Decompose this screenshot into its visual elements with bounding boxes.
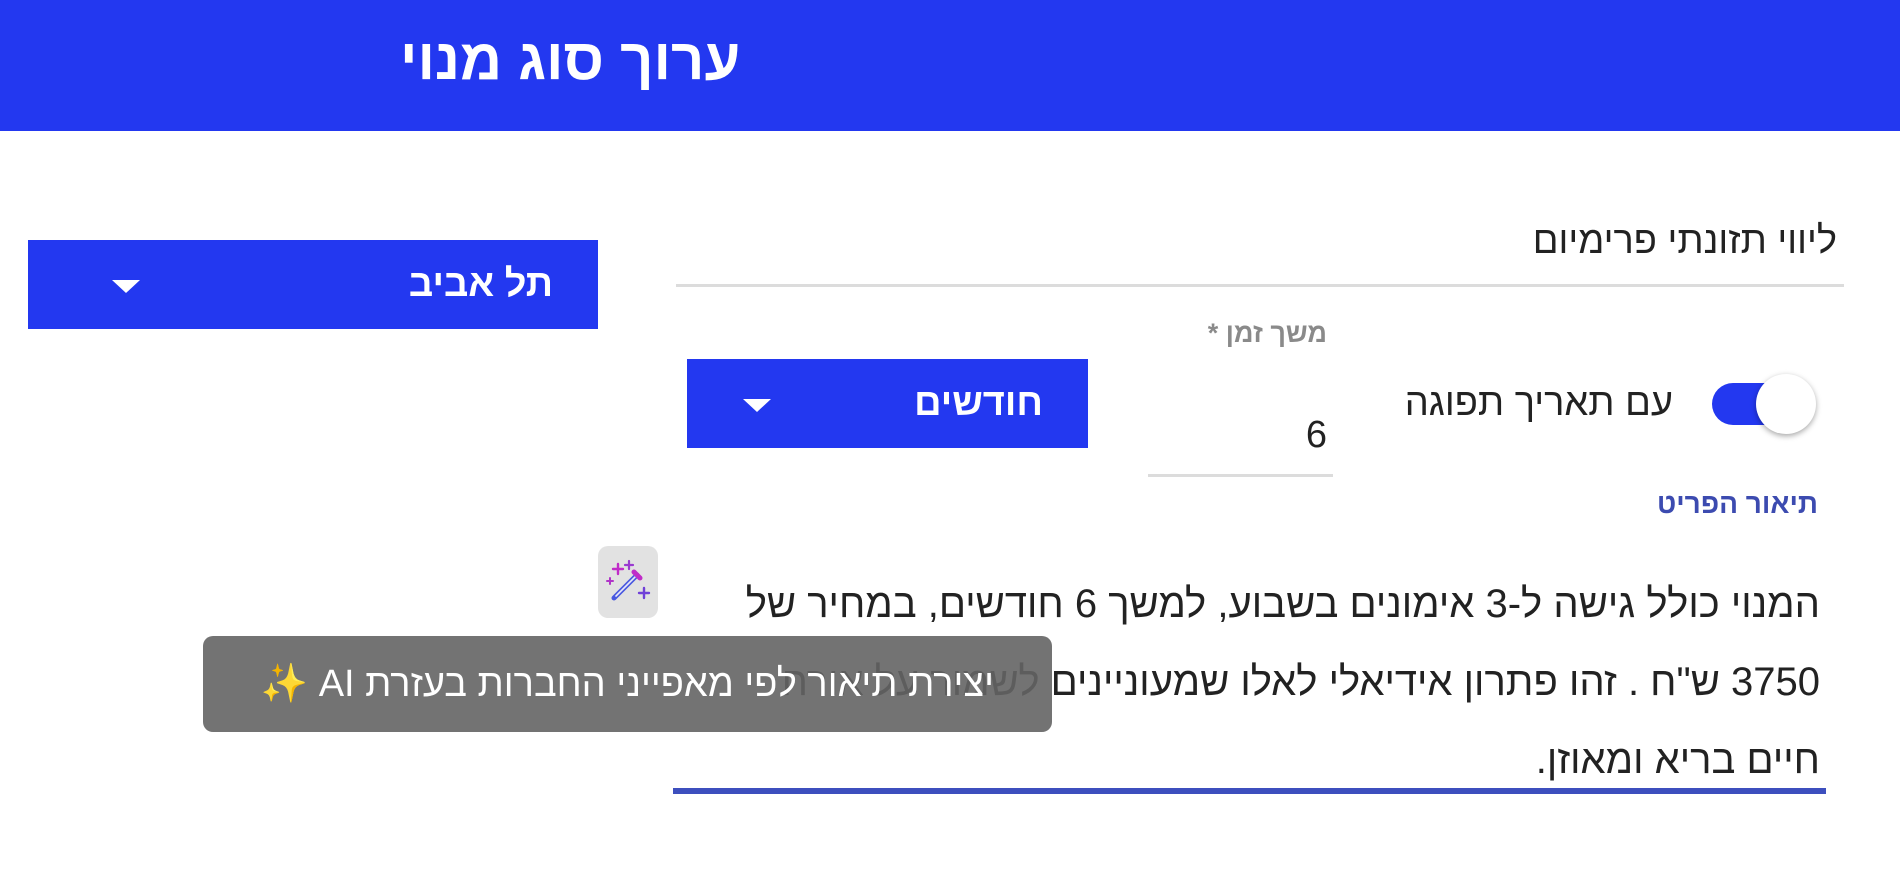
ai-generate-button[interactable] (598, 546, 658, 618)
expiry-toggle-label: עם תאריך תפוגה (1404, 382, 1673, 424)
duration-unit-value: חודשים (914, 382, 1043, 424)
subscription-name-value: ליווי תזונתי פרימיום (1532, 220, 1837, 262)
duration-input[interactable]: 6 (1148, 400, 1333, 477)
description-label: תיאור הפריט (1656, 488, 1818, 519)
ai-tooltip: יצירת תיאור לפי מאפייני החברות בעזרת AI … (203, 636, 1052, 732)
app-header: ערוך סוג מנוי (0, 0, 1900, 131)
magic-wand-icon (606, 559, 651, 601)
city-select[interactable]: תל אביב (28, 240, 598, 329)
city-select-value: תל אביב (408, 263, 553, 305)
caret-down-icon (743, 399, 771, 412)
duration-label: משך זמן * (1207, 318, 1327, 348)
subscription-name-input[interactable]: ליווי תזונתי פרימיום (676, 210, 1844, 287)
caret-down-icon (112, 280, 140, 293)
duration-unit-select[interactable]: חודשים (687, 359, 1088, 448)
description-underline (673, 788, 1826, 794)
page-title: ערוך סוג מנוי (400, 27, 741, 92)
duration-value: 6 (1305, 414, 1327, 456)
expiry-toggle-knob[interactable] (1756, 374, 1816, 434)
